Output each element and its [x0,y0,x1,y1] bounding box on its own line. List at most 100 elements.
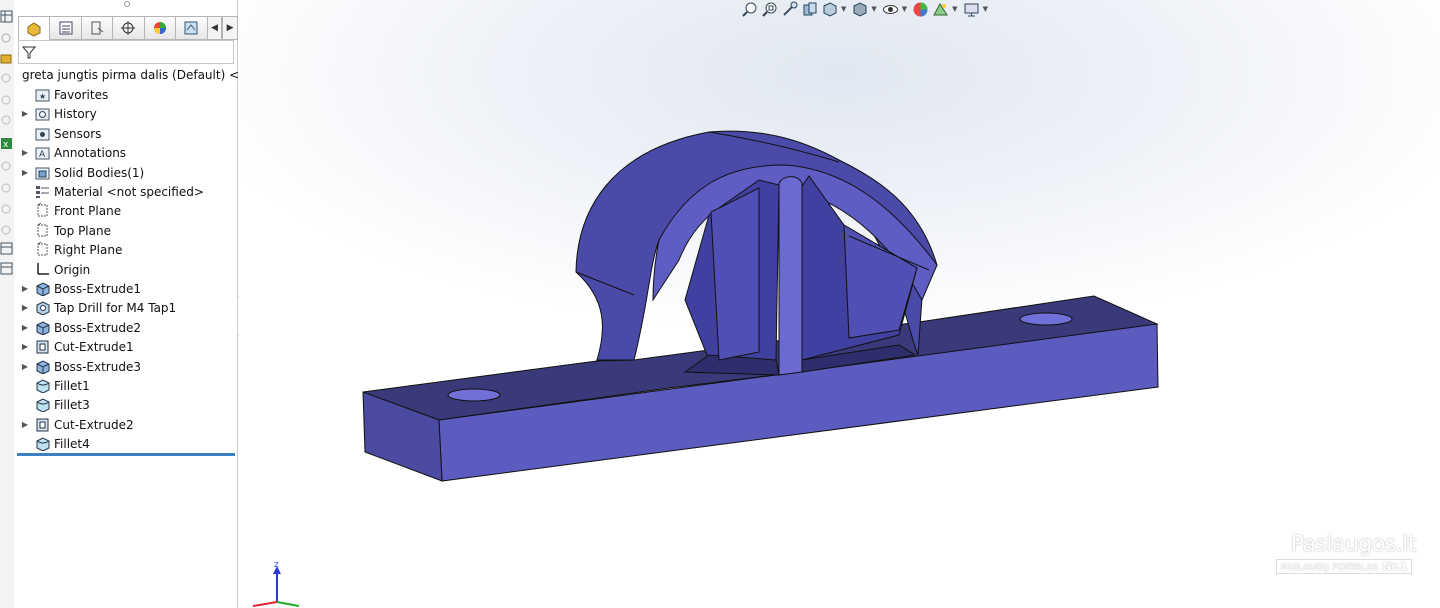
tree-item[interactable]: ▶ Boss-Extrude2 [18,318,141,337]
tree-item-label: Cut-Extrude2 [54,417,134,432]
tree-item[interactable]: ▶ Solid Bodies(1) [18,163,144,182]
configuration-icon [91,21,104,35]
gear-icon[interactable] [0,94,13,107]
gear-icon[interactable] [0,182,13,195]
fillet-icon [36,379,50,393]
plane-icon [37,203,48,217]
tree-item[interactable]: Fillet4 [18,434,90,453]
gear-icon[interactable] [0,160,13,173]
tree-filter-input[interactable] [18,40,234,64]
expand-arrow-icon[interactable]: ▶ [18,109,32,118]
hole-wizard-icon [36,301,50,315]
featuremanager-tab[interactable] [18,16,50,40]
tree-root-part[interactable]: greta jungtis pirma dalis (Default) << [18,66,238,84]
tree-item[interactable]: ▶ Tap Drill for M4 Tap1 [18,298,176,317]
part-icon[interactable] [0,52,13,65]
tree-item[interactable]: ▶ Cut-Extrude2 [18,415,134,434]
cut-extrude-icon [36,340,49,354]
fillet-icon [36,437,50,451]
tree-item-label: Boss-Extrude3 [54,359,141,374]
cam-tab[interactable] [175,16,207,40]
tree-item-label: Annotations [54,145,127,160]
tree-item[interactable]: Material <not specified> [18,182,204,201]
tree-item-label: Cut-Extrude1 [54,339,134,354]
mount-hole-right [1019,312,1073,326]
cut-extrude-icon [36,418,49,432]
tree-item-label: History [54,106,97,121]
appearance-pie-icon [153,22,166,34]
tree-item[interactable]: Front Plane [18,201,121,220]
orientation-triad: Z [252,561,300,607]
favorites-folder-icon: ★ [35,89,50,102]
sensors-folder-icon [35,128,50,141]
tree-item-label: Favorites [54,87,109,102]
gear-icon[interactable] [0,114,13,127]
rollback-bar[interactable] [17,453,235,456]
tree-item[interactable]: ▶ Boss-Extrude1 [18,279,141,298]
svg-text:★: ★ [39,92,46,101]
tree-item[interactable]: Fillet1 [18,376,90,395]
boss-extrude-icon [36,360,50,374]
table-icon[interactable] [0,262,13,275]
paslaugos-watermark: Paslaugos.lt PASLAUGŲ PORTALAS Nr.1 [1276,532,1417,574]
tree-item[interactable]: Fillet3 [18,395,90,414]
display-manager-tab[interactable] [143,16,176,40]
table-icon[interactable] [0,10,13,23]
expand-arrow-icon[interactable]: ▶ [18,420,32,429]
panel-tab-bar: ◀ ▶ [18,16,238,40]
gear-icon[interactable] [0,224,13,237]
tab-scroll-right-button[interactable]: ▶ [222,16,238,40]
table-icon[interactable] [0,242,13,255]
gear-icon[interactable] [0,32,13,45]
watermark-subtitle-text: PASLAUGŲ PORTALAS [1281,563,1379,573]
graphics-viewport[interactable]: ▼ ▼ ▼ ▼ ▼ Z Paslaugos.lt PASLAUGŲ PORTAL… [239,0,1440,608]
tree-item-label: Front Plane [54,203,122,218]
tree-item[interactable]: Top Plane [18,221,111,240]
tree-item[interactable]: ▶ Boss-Extrude3 [18,357,141,376]
tree-item-label: Tap Drill for M4 Tap1 [54,300,177,315]
mount-hole-left [447,388,501,402]
tree-item-label: Top Plane [54,223,111,238]
annotations-folder-icon: A [35,147,50,160]
cam-icon [184,21,198,35]
gear-icon[interactable] [0,72,13,85]
property-list-icon [59,21,73,35]
feature-manager-panel: ◀ ▶ greta jungtis pirma dalis (Default) … [14,0,238,608]
material-icon [36,186,49,198]
expand-arrow-icon[interactable]: ▶ [18,148,32,157]
tree-root-label: greta jungtis pirma dalis (Default) << [22,68,238,82]
expand-arrow-icon[interactable]: ▶ [18,284,32,293]
part-model-3d[interactable] [239,0,1440,608]
gear-icon[interactable] [0,203,13,216]
panel-grip-handle[interactable] [124,1,130,7]
tree-item[interactable]: ▶ History [18,104,97,123]
watermark-subtitle: PASLAUGŲ PORTALAS Nr.1 [1276,559,1413,574]
tree-item[interactable]: Sensors [18,124,101,143]
expand-arrow-icon[interactable]: ▶ [18,342,32,351]
propertymanager-tab[interactable] [49,16,81,40]
configurationmanager-tab[interactable] [80,16,113,40]
boss-extrude-icon [36,321,50,335]
arch-center-rib [778,176,803,376]
tree-item-label: Sensors [54,126,102,141]
expand-arrow-icon[interactable]: ▶ [18,362,32,371]
history-folder-icon [35,108,50,121]
tree-item[interactable]: Right Plane [18,240,122,259]
tab-scroll-left-button[interactable]: ◀ [206,16,223,40]
tree-item[interactable]: ▶ Cut-Extrude1 [18,337,134,356]
tree-item[interactable]: ★ Favorites [18,85,108,104]
dimxpert-tab[interactable] [112,16,144,40]
tree-item-label: Fillet4 [54,436,90,451]
tree-item-label: Boss-Extrude2 [54,320,141,335]
part-icon [27,21,41,37]
expand-arrow-icon[interactable]: ▶ [18,303,32,312]
origin-icon [37,263,49,275]
boss-extrude-icon [36,282,50,296]
tree-item[interactable]: Origin [18,260,90,279]
filter-icon [22,46,36,59]
expand-arrow-icon[interactable]: ▶ [18,168,32,177]
expand-arrow-icon[interactable]: ▶ [18,323,32,332]
svg-text:A: A [39,150,46,160]
excel-icon[interactable]: x [0,137,13,150]
tree-item[interactable]: ▶ A Annotations [18,143,126,162]
